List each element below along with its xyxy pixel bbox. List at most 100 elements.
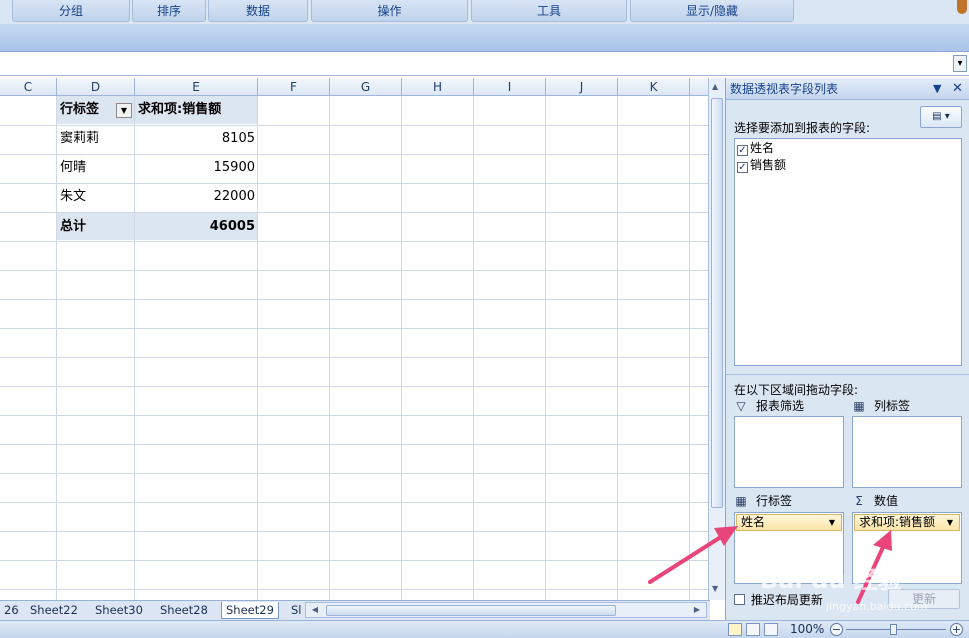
pivot-total-label[interactable]: 总计 — [57, 212, 135, 240]
gridline — [0, 154, 708, 155]
column-header-e[interactable]: E — [135, 78, 258, 96]
ribbon-group-data[interactable]: 数据 — [208, 0, 308, 22]
gridline — [0, 241, 708, 242]
pivot-total-value[interactable]: 46005 — [135, 212, 258, 240]
field-layout-button[interactable]: ▤ ▾ — [920, 106, 962, 128]
status-bar: 100% − + — [0, 620, 969, 638]
gridline — [0, 473, 708, 474]
page-layout-view-icon[interactable] — [746, 623, 760, 636]
sheet-tab[interactable]: Sheet22 — [26, 602, 82, 619]
pivot-row-name[interactable]: 何晴 — [57, 154, 135, 182]
sheet-tab[interactable]: 26 — [0, 602, 23, 619]
sheet-tab[interactable]: Sheet30 — [91, 602, 147, 619]
column-labels-area-label: ▦ 列标签 — [852, 398, 910, 414]
scroll-down-icon[interactable]: ▼ — [712, 584, 718, 593]
choose-fields-label: 选择要添加到报表的字段: — [734, 121, 871, 135]
scroll-right-icon[interactable]: ▶ — [690, 604, 704, 616]
column-header-k[interactable]: K — [618, 78, 690, 96]
ribbon-group-tools[interactable]: 工具 — [471, 0, 627, 22]
pivot-row-value[interactable]: 8105 — [135, 125, 258, 153]
column-header-j[interactable]: J — [546, 78, 618, 96]
column-header-g[interactable]: G — [330, 78, 402, 96]
gridline — [401, 96, 402, 600]
zoom-level[interactable]: 100% — [790, 622, 824, 636]
pane-divider[interactable] — [726, 374, 969, 375]
gridline — [617, 96, 618, 600]
defer-layout-update-label: 推迟布局更新 — [750, 593, 823, 607]
sheet-tab[interactable]: Sl — [287, 602, 306, 619]
ribbon-tab-strip — [0, 24, 969, 52]
formula-bar[interactable]: ▾ — [0, 52, 969, 76]
checkbox-checked-icon[interactable]: ✓ — [737, 145, 748, 156]
column-labels-grid-icon: ▦ — [853, 399, 865, 413]
ribbon-group-sort[interactable]: 排序 — [132, 0, 206, 22]
zoom-slider-thumb[interactable] — [890, 624, 897, 635]
ribbon-group-group[interactable]: 分组 — [12, 0, 130, 22]
gridline — [0, 502, 708, 503]
values-area-label: Σ 数值 — [852, 493, 898, 509]
zoom-out-icon[interactable]: − — [830, 623, 843, 636]
gridline — [329, 96, 330, 600]
sheet-tab[interactable]: Sheet28 — [156, 602, 212, 619]
pane-options-icon[interactable]: ▼ — [933, 78, 941, 100]
column-labels-drop-area[interactable] — [852, 416, 962, 488]
normal-view-icon[interactable] — [728, 623, 742, 636]
row-filter-dropdown-icon[interactable]: ▼ — [116, 103, 132, 118]
field-item[interactable]: ✓ 销售额 — [737, 157, 786, 173]
column-header-c[interactable]: C — [0, 78, 57, 96]
watermark-url: jingyan.baidu.com — [826, 600, 928, 613]
gridline — [0, 183, 708, 184]
vertical-scrollbar[interactable]: ▲ ▼ — [708, 78, 725, 600]
checkbox-unchecked-icon[interactable] — [734, 594, 745, 605]
scroll-left-icon[interactable]: ◀ — [308, 604, 322, 616]
pivot-row-header-cell[interactable]: 行标签 ▼ — [57, 96, 135, 124]
column-header-i[interactable]: I — [474, 78, 546, 96]
sheet-tab-active[interactable]: Sheet29 — [221, 602, 279, 619]
page-break-view-icon[interactable] — [764, 623, 778, 636]
column-header-d[interactable]: D — [57, 78, 135, 96]
gridline — [0, 212, 708, 213]
vertical-scroll-thumb[interactable] — [711, 98, 723, 508]
pivot-row-name[interactable]: 窦莉莉 — [57, 125, 135, 153]
column-labels-label: 列标签 — [874, 399, 911, 413]
field-item[interactable]: ✓ 姓名 — [737, 140, 774, 156]
pivot-value-header[interactable]: 求和项:销售额 — [135, 96, 258, 124]
column-header-f[interactable]: F — [258, 78, 330, 96]
horizontal-scrollbar[interactable]: ◀ ▶ — [305, 602, 707, 618]
row-field-chip[interactable]: 姓名 ▼ — [736, 514, 842, 531]
gridline — [0, 270, 708, 271]
chevron-down-icon[interactable]: ▼ — [829, 515, 835, 530]
gridline — [0, 444, 708, 445]
ribbon-group-show-hide[interactable]: 显示/隐藏 — [630, 0, 794, 22]
horizontal-scroll-thumb[interactable] — [326, 605, 616, 616]
pivot-row-value[interactable]: 22000 — [135, 183, 258, 211]
pivot-field-list-pane: 数据透视表字段列表 ▼ ✕ 选择要添加到报表的字段: ▤ ▾ ✓ 姓名 ✓ 销售额 … — [725, 78, 969, 620]
worksheet-grid[interactable]: C D E F G H I J K 行标签 ▼ 求和项:销售额 窦莉莉 8105… — [0, 78, 708, 600]
report-filter-drop-area[interactable] — [734, 416, 844, 488]
report-filter-area-label: ▽ 报表筛选 — [734, 398, 804, 414]
row-field-name: 姓名 — [741, 515, 766, 529]
pivot-pane-header: 数据透视表字段列表 ▼ ✕ — [726, 78, 969, 100]
gridline — [0, 357, 708, 358]
office-orb-icon[interactable] — [957, 0, 967, 14]
row-labels-label: 行标签 — [756, 494, 793, 508]
ribbon-group-actions[interactable]: 操作 — [311, 0, 468, 22]
zoom-in-icon[interactable]: + — [950, 623, 963, 636]
gridline — [689, 96, 690, 600]
gridline — [0, 415, 708, 416]
value-field-name: 求和项:销售额 — [859, 515, 936, 529]
close-icon[interactable]: ✕ — [952, 78, 963, 100]
scroll-up-icon[interactable]: ▲ — [712, 82, 718, 91]
gridline — [0, 328, 708, 329]
field-list-box[interactable]: ✓ 姓名 ✓ 销售额 — [734, 138, 962, 366]
ribbon-group-labels: 分组 排序 数据 操作 工具 显示/隐藏 — [0, 0, 969, 24]
column-header-h[interactable]: H — [402, 78, 474, 96]
checkbox-checked-icon[interactable]: ✓ — [737, 162, 748, 173]
chevron-down-icon[interactable]: ▼ — [947, 515, 953, 530]
expand-formula-bar-button[interactable]: ▾ — [953, 55, 967, 72]
pivot-row-name[interactable]: 朱文 — [57, 183, 135, 211]
row-labels-area-label: ▦ 行标签 — [734, 493, 792, 509]
gridline — [0, 299, 708, 300]
pivot-row-value[interactable]: 15900 — [135, 154, 258, 182]
value-field-chip[interactable]: 求和项:销售额 ▼ — [854, 514, 960, 531]
